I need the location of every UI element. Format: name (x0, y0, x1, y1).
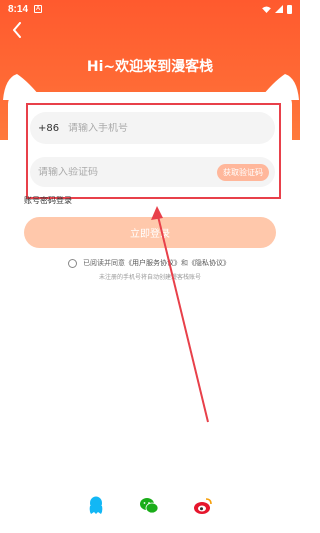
registration-notice: 未注册的手机号将自动创建漫客栈账号 (98, 274, 201, 281)
status-icons (262, 4, 292, 14)
password-login-link[interactable]: 账号密码登录 (24, 195, 72, 206)
back-button[interactable] (9, 20, 25, 40)
app-notification-icon: A (34, 5, 43, 13)
country-code[interactable]: +86 (38, 123, 68, 134)
privacy-policy-link[interactable]: 《隐私协议》 (188, 258, 230, 268)
wifi-icon (262, 5, 271, 13)
phone-input-row: +86 (30, 112, 275, 144)
status-bar: 8:14 A (0, 0, 300, 18)
agreement-prefix: 已阅读并同意 (83, 259, 125, 267)
verification-code-input[interactable] (38, 166, 217, 178)
qq-icon[interactable] (86, 496, 106, 516)
weibo-icon[interactable] (193, 496, 213, 516)
agreement-conjunction: 和 (181, 259, 188, 267)
page-title: Hi~欢迎来到漫客栈 (86, 59, 214, 75)
login-button[interactable]: 立即登录 (24, 217, 276, 248)
phone-input[interactable] (68, 122, 267, 134)
get-code-button[interactable]: 获取验证码 (217, 163, 269, 181)
signal-icon (275, 5, 283, 13)
user-agreement-link[interactable]: 《用户服务协议》 (125, 258, 181, 268)
agreement-row: 已阅读并同意 《用户服务协议》 和 《隐私协议》 (68, 258, 230, 268)
agreement-checkbox[interactable] (68, 258, 77, 268)
wechat-icon[interactable] (139, 496, 159, 516)
status-time: 8:14 (8, 3, 29, 15)
social-login-row (0, 496, 300, 518)
battery-icon (287, 4, 292, 14)
code-input-row: 获取验证码 (30, 157, 275, 187)
chevron-left-icon (13, 22, 21, 38)
